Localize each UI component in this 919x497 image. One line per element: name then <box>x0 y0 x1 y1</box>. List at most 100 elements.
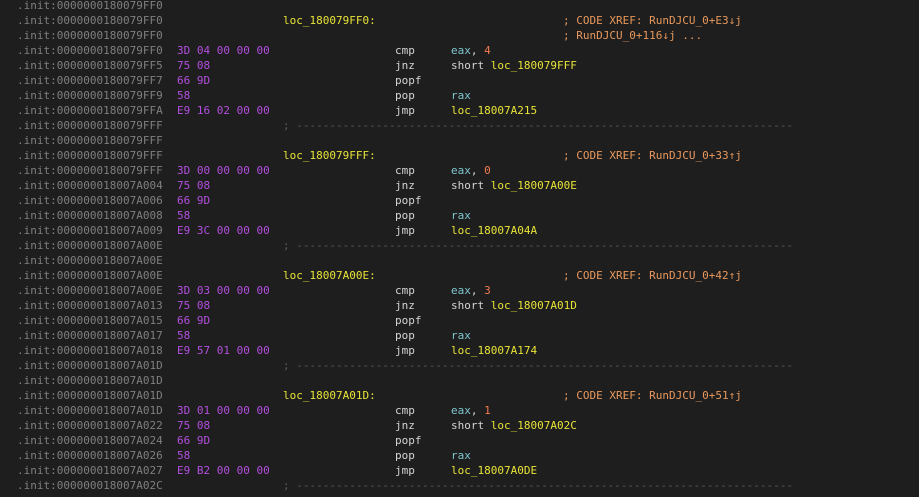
listing-row[interactable]: .init:000000018007A022 75 08 jnz short loc_… <box>0 418 919 433</box>
address[interactable]: .init:000000018007A015 <box>17 313 163 328</box>
address[interactable]: .init:000000018007A004 <box>17 178 163 193</box>
instruction-mnemonic[interactable]: cmp <box>395 283 415 298</box>
listing-row[interactable]: .init:000000018007A00E 3D 03 00 00 00 cmp e… <box>0 283 919 298</box>
listing-row[interactable]: .init:0000000180079FF5 75 08 jnz short loc_… <box>0 58 919 73</box>
branch-target-link[interactable]: loc_18007A00E <box>491 179 577 192</box>
address[interactable]: .init:0000000180079FF9 <box>17 88 163 103</box>
listing-row[interactable]: .init:000000018007A004 75 08 jnz short loc_… <box>0 178 919 193</box>
instruction-mnemonic[interactable]: popf <box>395 73 422 88</box>
address[interactable]: .init:000000018007A008 <box>17 208 163 223</box>
address[interactable]: .init:000000018007A00E <box>17 253 163 268</box>
instruction-mnemonic[interactable]: pop <box>395 88 415 103</box>
listing-row[interactable]: .init:000000018007A01D ; ----------------… <box>0 358 919 373</box>
address[interactable]: .init:000000018007A026 <box>17 448 163 463</box>
address[interactable]: .init:000000018007A00E <box>17 268 163 283</box>
address[interactable]: .init:000000018007A00E <box>17 283 163 298</box>
address[interactable]: .init:0000000180079FFF <box>17 163 163 178</box>
listing-row[interactable]: .init:000000018007A00E ; ----------------… <box>0 238 919 253</box>
address[interactable]: .init:000000018007A01D <box>17 358 163 373</box>
listing-row[interactable]: .init:000000018007A00E <box>0 253 919 268</box>
address[interactable]: .init:0000000180079FF0 <box>17 13 163 28</box>
listing-row[interactable]: .init:000000018007A00E loc_18007A00E: ; CO… <box>0 268 919 283</box>
listing-row[interactable]: .init:0000000180079FF0 3D 04 00 00 00 cmp e… <box>0 43 919 58</box>
register-operand[interactable]: eax <box>451 44 471 57</box>
address[interactable]: .init:0000000180079FF0 <box>17 43 163 58</box>
branch-target-link[interactable]: loc_18007A0DE <box>451 464 537 477</box>
code-label[interactable]: loc_180079FF0: <box>283 13 376 28</box>
address[interactable]: .init:000000018007A022 <box>17 418 163 433</box>
instruction-mnemonic[interactable]: cmp <box>395 43 415 58</box>
listing-row[interactable]: .init:000000018007A01D loc_18007A01D: ; CO… <box>0 388 919 403</box>
register-operand[interactable]: rax <box>451 209 471 222</box>
branch-target-link[interactable]: loc_18007A04A <box>451 224 537 237</box>
address[interactable]: .init:0000000180079FF0 <box>17 28 163 43</box>
instruction-mnemonic[interactable]: popf <box>395 193 422 208</box>
code-label[interactable]: loc_180079FFF: <box>283 148 376 163</box>
instruction-mnemonic[interactable]: jmp <box>395 463 415 478</box>
branch-target-link[interactable]: loc_18007A174 <box>451 344 537 357</box>
register-operand[interactable]: eax <box>451 404 471 417</box>
address[interactable]: .init:0000000180079FF5 <box>17 58 163 73</box>
instruction-mnemonic[interactable]: jnz <box>395 178 415 193</box>
branch-target-link[interactable]: loc_18007A215 <box>451 104 537 117</box>
register-operand[interactable]: eax <box>451 284 471 297</box>
listing-row[interactable]: .init:000000018007A006 66 9D popf <box>0 193 919 208</box>
instruction-mnemonic[interactable]: jnz <box>395 418 415 433</box>
address[interactable]: .init:000000018007A01D <box>17 373 163 388</box>
listing-row[interactable]: .init:0000000180079FFF <box>0 133 919 148</box>
instruction-mnemonic[interactable]: popf <box>395 433 422 448</box>
address[interactable]: .init:0000000180079FFA <box>17 103 163 118</box>
code-xref-comment[interactable]: ; CODE XREF: RunDJCU_0+42↑j <box>563 268 742 283</box>
instruction-mnemonic[interactable]: cmp <box>395 403 415 418</box>
address[interactable]: .init:000000018007A024 <box>17 433 163 448</box>
address[interactable]: .init:0000000180079FFF <box>17 148 163 163</box>
address[interactable]: .init:000000018007A01D <box>17 388 163 403</box>
listing-row[interactable]: .init:000000018007A026 58 pop rax <box>0 448 919 463</box>
address[interactable]: .init:000000018007A009 <box>17 223 163 238</box>
listing-row[interactable]: .init:000000018007A01D 3D 01 00 00 00 cmp e… <box>0 403 919 418</box>
register-operand[interactable]: eax <box>451 164 471 177</box>
address[interactable]: .init:000000018007A006 <box>17 193 163 208</box>
listing-row[interactable]: .init:0000000180079FF0 loc_180079FF0: ; CO… <box>0 13 919 28</box>
branch-target-link[interactable]: loc_18007A02C <box>491 419 577 432</box>
listing-row[interactable]: .init:000000018007A015 66 9D popf <box>0 313 919 328</box>
listing-row[interactable]: .init:000000018007A017 58 pop rax <box>0 328 919 343</box>
address[interactable]: .init:000000018007A00E <box>17 238 163 253</box>
instruction-mnemonic[interactable]: jnz <box>395 58 415 73</box>
listing-row[interactable]: .init:0000000180079FF0 <box>0 0 919 13</box>
register-operand[interactable]: rax <box>451 449 471 462</box>
listing-row[interactable]: .init:0000000180079FFA E9 16 02 00 00 jmp l… <box>0 103 919 118</box>
listing-row[interactable]: .init:000000018007A009 E9 3C 00 00 00 jmp l… <box>0 223 919 238</box>
address[interactable]: .init:000000018007A027 <box>17 463 163 478</box>
address[interactable]: .init:0000000180079FFF <box>17 133 163 148</box>
address[interactable]: .init:000000018007A013 <box>17 298 163 313</box>
instruction-mnemonic[interactable]: pop <box>395 328 415 343</box>
disassembly-listing[interactable]: .init:0000000180079FF0 .init:000000018007… <box>0 0 919 497</box>
listing-row[interactable]: .init:000000018007A01D <box>0 373 919 388</box>
listing-row[interactable]: .init:000000018007A027 E9 B2 00 00 00 jmp l… <box>0 463 919 478</box>
listing-row[interactable]: .init:0000000180079FF7 66 9D popf <box>0 73 919 88</box>
register-operand[interactable]: rax <box>451 89 471 102</box>
code-label[interactable]: loc_18007A00E: <box>283 268 376 283</box>
instruction-mnemonic[interactable]: popf <box>395 313 422 328</box>
branch-target-link[interactable]: loc_18007A01D <box>491 299 577 312</box>
address[interactable]: .init:0000000180079FF7 <box>17 73 163 88</box>
listing-row[interactable]: .init:000000018007A008 58 pop rax <box>0 208 919 223</box>
address[interactable]: .init:000000018007A01D <box>17 403 163 418</box>
address[interactable]: .init:0000000180079FFF <box>17 118 163 133</box>
instruction-mnemonic[interactable]: jmp <box>395 223 415 238</box>
listing-row[interactable]: .init:0000000180079FF9 58 pop rax <box>0 88 919 103</box>
address[interactable]: .init:0000000180079FF0 <box>17 0 163 13</box>
code-label[interactable]: loc_18007A01D: <box>283 388 376 403</box>
listing-row[interactable]: .init:000000018007A018 E9 57 01 00 00 jmp l… <box>0 343 919 358</box>
instruction-mnemonic[interactable]: jnz <box>395 298 415 313</box>
instruction-mnemonic[interactable]: jmp <box>395 103 415 118</box>
code-xref-comment[interactable]: ; CODE XREF: RunDJCU_0+51↑j <box>563 388 742 403</box>
listing-row[interactable]: .init:000000018007A02C ; ----------------… <box>0 478 919 493</box>
code-xref-comment[interactable]: ; CODE XREF: RunDJCU_0+E3↓j <box>563 13 742 28</box>
code-xref-comment[interactable]: ; CODE XREF: RunDJCU_0+33↑j <box>563 148 742 163</box>
address[interactable]: .init:000000018007A017 <box>17 328 163 343</box>
instruction-mnemonic[interactable]: jmp <box>395 343 415 358</box>
listing-row[interactable]: .init:0000000180079FF0 ; RunDJCU_0+116↓j … <box>0 28 919 43</box>
address[interactable]: .init:000000018007A02C <box>17 478 163 493</box>
